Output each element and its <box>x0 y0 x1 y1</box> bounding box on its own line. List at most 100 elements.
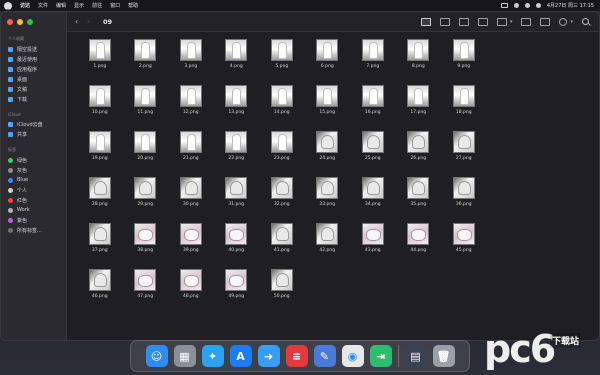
file-item[interactable]: 18.png <box>441 85 487 131</box>
file-item[interactable]: 17.png <box>396 85 442 131</box>
menu-edit[interactable]: 编辑 <box>56 2 66 9</box>
list-view-icon[interactable] <box>439 17 450 26</box>
dock-chrome-icon[interactable]: ◉ <box>341 345 364 367</box>
file-item[interactable]: 22.png <box>214 131 260 177</box>
column-view-icon[interactable] <box>458 17 469 26</box>
file-item[interactable]: 31.png <box>214 177 260 223</box>
file-item[interactable]: 46.png <box>77 269 123 315</box>
control-center-icon[interactable] <box>535 3 541 8</box>
file-item[interactable]: 42.png <box>305 223 351 269</box>
sidebar-item[interactable]: 绿色 <box>1 155 66 165</box>
zoom-window-button[interactable] <box>27 19 33 25</box>
sidebar-item[interactable]: iCloud云盘 <box>1 119 66 129</box>
sidebar-item[interactable]: Work <box>1 205 66 215</box>
file-item[interactable]: 3.png <box>168 39 214 85</box>
file-item[interactable]: 8.png <box>396 39 442 85</box>
file-item[interactable]: 20.png <box>123 131 169 177</box>
sidebar-item[interactable]: 共享 <box>1 129 66 139</box>
file-item[interactable]: 49.png <box>214 269 260 315</box>
group-chevron-down-icon[interactable]: ▾ <box>510 19 513 25</box>
grid-view-icon[interactable] <box>420 17 431 26</box>
file-item[interactable]: 13.png <box>214 85 260 131</box>
wifi-icon[interactable] <box>513 3 519 8</box>
file-item[interactable]: 35.png <box>396 177 442 223</box>
dock-launchpad-icon[interactable]: ▦ <box>173 345 196 367</box>
sidebar-item[interactable]: 应用程序 <box>1 64 66 74</box>
file-item[interactable]: 29.png <box>123 177 169 223</box>
dock-trash-icon[interactable]: 🗑 <box>432 345 455 367</box>
file-item[interactable]: 2.png <box>123 39 169 85</box>
file-item[interactable]: 32.png <box>259 177 305 223</box>
dock-finder-icon[interactable]: ☺ <box>145 345 168 367</box>
more-chevron-down-icon[interactable]: ▾ <box>570 19 573 25</box>
dock-safari-icon[interactable]: ✦ <box>201 345 224 367</box>
sidebar-item[interactable]: 下载 <box>1 94 66 104</box>
apple-icon[interactable] <box>4 1 12 10</box>
forward-button[interactable]: › <box>87 17 99 26</box>
sidebar-item[interactable]: 最近使用 <box>1 54 66 64</box>
menu-clock[interactable]: 4月27日 周三 17:15 <box>547 2 594 9</box>
file-item[interactable]: 21.png <box>168 131 214 177</box>
file-item[interactable]: 11.png <box>123 85 169 131</box>
file-item[interactable]: 12.png <box>168 85 214 131</box>
menu-window[interactable]: 窗口 <box>110 2 120 9</box>
back-button[interactable]: ‹ <box>75 17 87 26</box>
sidebar-item[interactable]: 个人 <box>1 185 66 195</box>
file-item[interactable]: 41.png <box>259 223 305 269</box>
file-item[interactable]: 40.png <box>214 223 260 269</box>
file-item[interactable]: 47.png <box>123 269 169 315</box>
file-item[interactable]: 44.png <box>396 223 442 269</box>
file-item[interactable]: 37.png <box>77 223 123 269</box>
file-item[interactable]: 6.png <box>305 39 351 85</box>
share-icon[interactable] <box>521 17 532 26</box>
dock-downloads-stack-icon[interactable]: ▤ <box>404 345 427 367</box>
file-item[interactable]: 27.png <box>441 131 487 177</box>
tag-icon[interactable] <box>540 17 551 26</box>
sidebar-item[interactable]: 文稿 <box>1 84 66 94</box>
sidebar-item[interactable]: Blue <box>1 175 66 185</box>
sidebar-item[interactable]: 灰色 <box>1 165 66 175</box>
dock-remote-icon[interactable]: ≡ <box>285 345 308 367</box>
file-item[interactable]: 25.png <box>350 131 396 177</box>
file-item[interactable]: 9.png <box>441 39 487 85</box>
close-window-button[interactable] <box>7 19 13 25</box>
dock-notes-icon[interactable]: ✎ <box>313 345 336 367</box>
sidebar-item[interactable]: 紫色 <box>1 215 66 225</box>
file-item[interactable]: 26.png <box>396 131 442 177</box>
minimize-window-button[interactable] <box>17 19 23 25</box>
file-item[interactable]: 15.png <box>305 85 351 131</box>
file-item[interactable]: 50.png <box>259 269 305 315</box>
file-item[interactable]: 48.png <box>168 269 214 315</box>
file-item[interactable]: 30.png <box>168 177 214 223</box>
file-item[interactable]: 24.png <box>305 131 351 177</box>
dock-app-store-icon[interactable]: A <box>229 345 252 367</box>
file-item[interactable]: 7.png <box>350 39 396 85</box>
file-item[interactable]: 36.png <box>441 177 487 223</box>
spotlight-icon[interactable] <box>524 3 530 8</box>
file-item[interactable]: 14.png <box>259 85 305 131</box>
dock-migration-icon[interactable]: ➜ <box>257 345 280 367</box>
file-item[interactable]: 10.png <box>77 85 123 131</box>
file-item[interactable]: 43.png <box>350 223 396 269</box>
file-item[interactable]: 45.png <box>441 223 487 269</box>
battery-icon[interactable] <box>500 3 508 8</box>
more-icon[interactable] <box>559 17 568 26</box>
file-item[interactable]: 33.png <box>305 177 351 223</box>
menu-view[interactable]: 显示 <box>74 2 84 9</box>
menu-go[interactable]: 前往 <box>92 2 102 9</box>
dock-transfer-icon[interactable]: ⇥ <box>369 345 392 367</box>
file-item[interactable]: 16.png <box>350 85 396 131</box>
menu-help[interactable]: 帮助 <box>128 2 138 9</box>
file-item[interactable]: 23.png <box>259 131 305 177</box>
file-item[interactable]: 28.png <box>77 177 123 223</box>
sidebar-item[interactable]: 隔空投送 <box>1 44 66 54</box>
file-item[interactable]: 19.png <box>77 131 123 177</box>
menu-file[interactable]: 文件 <box>38 2 48 9</box>
file-item[interactable]: 1.png <box>77 39 123 85</box>
group-icon[interactable] <box>496 17 507 26</box>
search-icon[interactable] <box>582 18 589 25</box>
file-item[interactable]: 4.png <box>214 39 260 85</box>
gallery-view-icon[interactable] <box>477 17 488 26</box>
sidebar-item[interactable]: 桌面 <box>1 74 66 84</box>
file-item[interactable]: 34.png <box>350 177 396 223</box>
